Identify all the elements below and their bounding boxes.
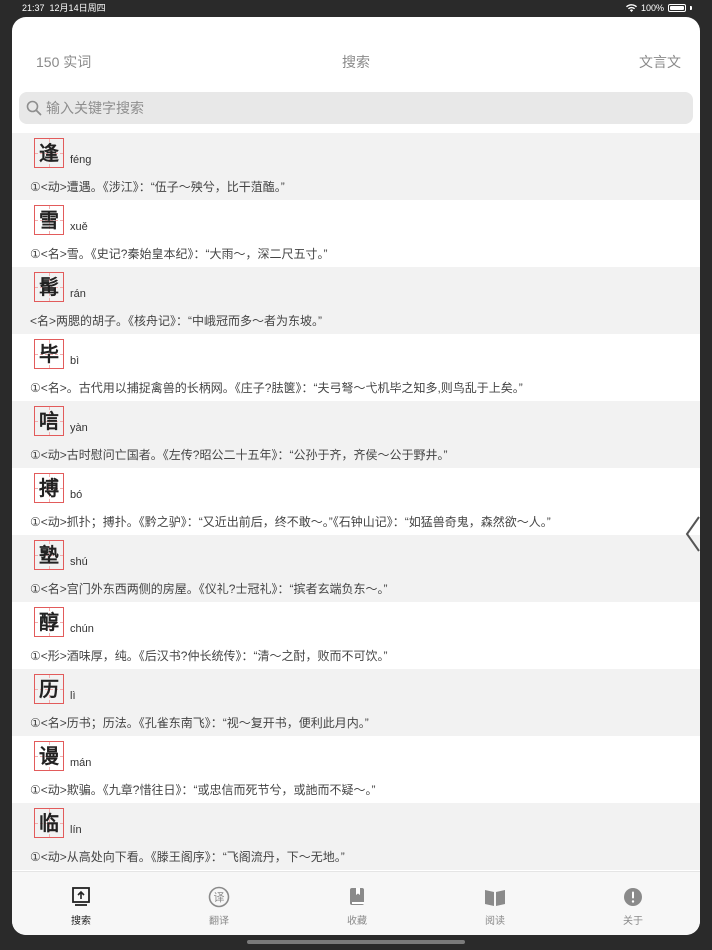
headword: 谩 [39, 744, 59, 768]
list-item[interactable]: 逢 féng ①<动>遭遇。《涉江》：“伍子～殃兮，比干菹醢。” [12, 133, 700, 200]
wifi-icon [625, 4, 637, 12]
definition: ①<名>。古代用以捕捉禽兽的长柄网。《庄子?胠箧》：“夫弓弩～弋机毕之知多,则鸟… [30, 381, 523, 395]
character-box: 逢 [34, 138, 64, 168]
character-box: 醇 [34, 607, 64, 637]
character-box: 塾 [34, 540, 64, 570]
battery-percent: 100% [640, 3, 664, 13]
headword: 髯 [39, 275, 59, 299]
pinyin: shú [70, 556, 88, 568]
chevron-left-icon[interactable] [684, 515, 700, 553]
character-box: 毕 [34, 339, 64, 369]
info-icon [624, 888, 642, 906]
tab-bookmark[interactable]: 收藏 [322, 886, 392, 927]
bookmark-book-icon [350, 888, 364, 905]
pinyin: mán [70, 757, 92, 769]
headword: 搏 [39, 476, 59, 500]
list-item[interactable]: 临 lín ①<动>从高处向下看。《滕王阁序》：“飞阁流丹，下～无地。” [12, 803, 700, 870]
pinyin: bó [70, 489, 83, 501]
translate-icon: 译 [208, 886, 230, 908]
list-item[interactable]: 谩 mán ①<动>欺骗。《九章?惜往日》：“或忠信而死节兮，或訑而不疑～。” [12, 736, 700, 803]
list-item[interactable]: 唁 yàn ①<动>古时慰问亡国者。《左传?昭公二十五年》：“公孙于齐，齐侯～公于野… [12, 401, 700, 468]
list-item[interactable]: 塾 shú ①<名>宫门外东西两侧的房屋。《仪礼?士冠礼》：“摈者玄端负东～。” [12, 535, 700, 602]
tab-label: 阅读 [485, 916, 505, 927]
tab-label: 收藏 [347, 916, 367, 927]
definition: ①<名>历书；历法。《孔雀东南飞》：“视～复开书，便利此月内。” [30, 716, 369, 730]
main-sheet: 150 实词 搜索 文言文 逢 féng ①<动>遭遇。《涉江》：“伍子～殃兮，比干… [12, 17, 700, 935]
open-book-icon [485, 890, 505, 906]
svg-text:译: 译 [214, 891, 225, 904]
list-item[interactable]: 髯 rán <名>两腮的胡子。《核舟记》：“中峨冠而多～者为东坡。” [12, 267, 700, 334]
definition: <名>两腮的胡子。《核舟记》：“中峨冠而多～者为东坡。” [30, 314, 323, 328]
definition: ①<名>宫门外东西两侧的房屋。《仪礼?士冠礼》：“摈者玄端负东～。” [30, 582, 388, 596]
definition: ①<名>雪。《史记?秦始皇本纪》：“大雨～，深二尺五寸。” [30, 247, 328, 261]
list-item[interactable]: 雪 xuě ①<名>雪。《史记?秦始皇本纪》：“大雨～，深二尺五寸。” [12, 200, 700, 267]
list-item[interactable]: 搏 bó ①<动>抓扑；搏扑。《黔之驴》：“又近出前后，终不敢～。”《石钟山记》：“… [12, 468, 700, 535]
pinyin: lín [70, 824, 82, 836]
tab-bar: 搜索 译 翻译 收藏 阅读 关于 [12, 871, 700, 935]
tab-search[interactable]: 搜索 [46, 886, 116, 927]
definition: ①<动>从高处向下看。《滕王阁序》：“飞阁流丹，下～无地。” [30, 850, 345, 864]
tab-about[interactable]: 关于 [598, 886, 668, 927]
character-box: 雪 [34, 205, 64, 235]
pinyin: chún [70, 623, 94, 635]
character-box: 临 [34, 808, 64, 838]
search-tab-icon [72, 887, 90, 906]
definition: ①<动>欺骗。《九章?惜往日》：“或忠信而死节兮，或訑而不疑～。” [30, 783, 376, 797]
character-box: 谩 [34, 741, 64, 771]
entry-list[interactable]: 逢 féng ①<动>遭遇。《涉江》：“伍子～殃兮，比干菹醢。” 雪 xuě ①<名>雪。… [12, 133, 700, 871]
pinyin: lì [70, 690, 76, 702]
battery-tip [690, 6, 692, 10]
list-item[interactable]: 毕 bì ①<名>。古代用以捕捉禽兽的长柄网。《庄子?胠箧》：“夫弓弩～弋机毕之知多… [12, 334, 700, 401]
tab-read[interactable]: 阅读 [460, 886, 530, 927]
character-box: 髯 [34, 272, 64, 302]
headword: 醇 [39, 610, 59, 634]
tab-label: 搜索 [71, 916, 91, 927]
nav-bar: 150 实词 搜索 文言文 [12, 17, 700, 89]
definition: ①<动>遭遇。《涉江》：“伍子～殃兮，比干菹醢。” [30, 180, 285, 194]
character-box: 搏 [34, 473, 64, 503]
headword: 唁 [39, 409, 59, 433]
status-time: 21:37 12月14日周四 [22, 3, 106, 13]
search-icon [26, 100, 42, 116]
battery-icon [668, 4, 686, 12]
pinyin: féng [70, 154, 92, 166]
home-indicator[interactable] [247, 940, 465, 944]
definition: ①<动>古时慰问亡国者。《左传?昭公二十五年》：“公孙于齐，齐侯～公于野井。” [30, 448, 448, 462]
page-title: 搜索 [342, 54, 370, 70]
pinyin: rán [70, 288, 86, 300]
status-right: 100% [625, 0, 692, 16]
tab-label: 关于 [623, 916, 643, 927]
tab-translate[interactable]: 译 翻译 [184, 886, 254, 927]
search-input[interactable] [46, 92, 666, 124]
list-item[interactable]: 历 lì ①<名>历书；历法。《孔雀东南飞》：“视～复开书，便利此月内。” [12, 669, 700, 736]
character-box: 历 [34, 674, 64, 704]
definition: ①<形>酒味厚，纯。《后汉书?仲长统传》：“清～之酎，败而不可饮。” [30, 649, 388, 663]
headword: 毕 [39, 342, 59, 366]
pinyin: yàn [70, 422, 88, 434]
classical-chinese-button[interactable]: 文言文 [639, 52, 681, 72]
headword: 逢 [39, 141, 59, 165]
search-bar[interactable] [19, 92, 693, 124]
definition: ①<动>抓扑；搏扑。《黔之驴》：“又近出前后，终不敢～。”《石钟山记》：“如猛兽… [30, 515, 551, 529]
list-item[interactable]: 醇 chún ①<形>酒味厚，纯。《后汉书?仲长统传》：“清～之酎，败而不可饮。” [12, 602, 700, 669]
headword: 临 [39, 811, 59, 835]
character-box: 唁 [34, 406, 64, 436]
status-bar: 21:37 12月14日周四 100% [0, 0, 712, 16]
headword: 塾 [39, 543, 59, 567]
tab-label: 翻译 [209, 916, 229, 927]
pinyin: bì [70, 355, 80, 367]
headword: 历 [39, 677, 59, 701]
pinyin: xuě [70, 221, 88, 233]
headword: 雪 [39, 208, 59, 232]
